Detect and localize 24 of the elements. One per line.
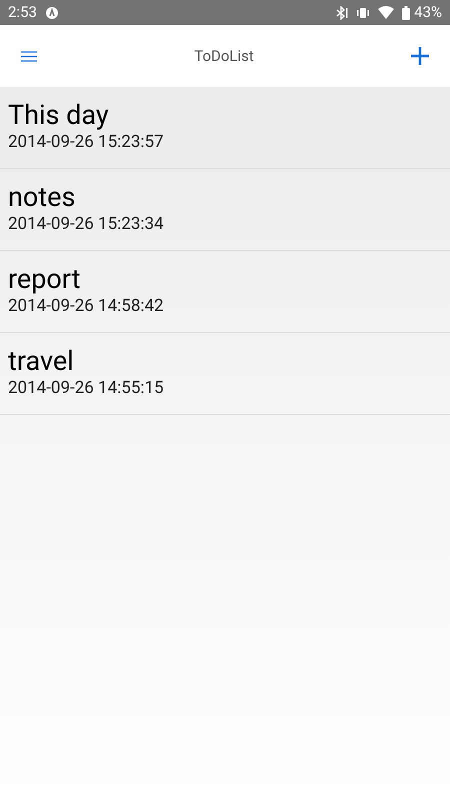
note-row[interactable]: travel 2014-09-26 14:55:15 bbox=[0, 333, 450, 415]
add-button[interactable] bbox=[410, 46, 430, 66]
note-date: 2014-09-26 14:55:15 bbox=[8, 377, 164, 399]
note-row[interactable]: This day 2014-09-26 15:23:57 bbox=[0, 87, 450, 169]
menu-icon bbox=[21, 50, 37, 62]
note-title: This day bbox=[8, 99, 109, 131]
note-title: notes bbox=[8, 181, 76, 213]
status-time: 2:53 bbox=[8, 2, 37, 24]
note-title: report bbox=[8, 263, 80, 295]
note-date: 2014-09-26 15:23:34 bbox=[8, 213, 164, 235]
note-row[interactable]: report 2014-09-26 14:58:42 bbox=[0, 251, 450, 333]
note-date: 2014-09-26 15:23:57 bbox=[8, 131, 164, 153]
app-title: ToDoList bbox=[194, 46, 254, 67]
vibrate-icon bbox=[356, 6, 370, 20]
battery-percent: 43% bbox=[414, 2, 442, 24]
note-title: travel bbox=[8, 345, 74, 377]
note-date: 2014-09-26 14:58:42 bbox=[8, 295, 164, 317]
bluetooth-icon bbox=[336, 6, 348, 20]
battery-icon bbox=[402, 6, 410, 20]
add-icon bbox=[410, 46, 430, 66]
android-icon bbox=[44, 6, 59, 20]
menu-button[interactable] bbox=[20, 49, 38, 63]
wifi-icon bbox=[378, 6, 394, 19]
note-row[interactable]: notes 2014-09-26 15:23:34 bbox=[0, 169, 450, 251]
